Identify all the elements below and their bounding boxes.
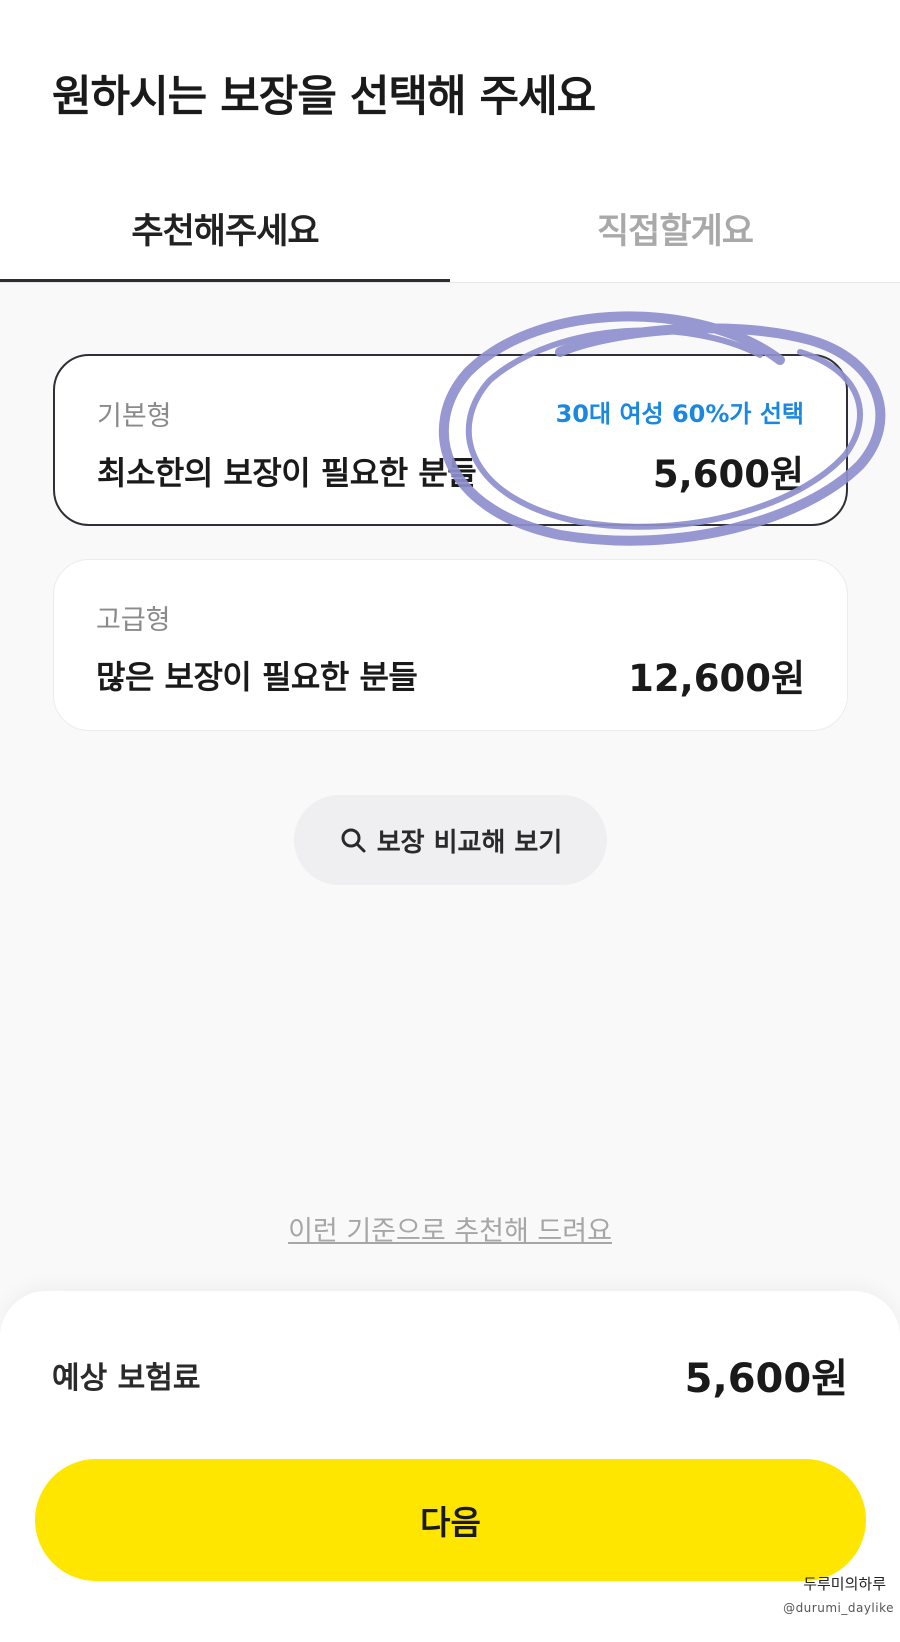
tab-manual[interactable]: 직접할게요 <box>450 185 900 283</box>
popularity-badge: 30대 여성 60%가 선택 <box>555 400 804 428</box>
plan-description: 많은 보장이 필요한 분들 <box>96 658 418 696</box>
plan-card-basic[interactable]: 기본형 30대 여성 60%가 선택 최소한의 보장이 필요한 분들 5,600… <box>53 354 848 526</box>
estimated-premium-value: 5,600원 <box>684 1356 848 1402</box>
plan-price: 5,600원 <box>652 453 804 496</box>
header-area: 원하시는 보장을 선택해 주세요 추천해주세요 직접할게요 <box>0 0 900 283</box>
estimated-premium-label: 예상 보험료 <box>52 1361 201 1396</box>
watermark-handle: @durumi_daylike <box>783 1601 894 1615</box>
compare-coverage-button[interactable]: 보장 비교해 보기 <box>294 795 607 885</box>
bottom-summary-sheet: 예상 보험료 5,600원 다음 <box>0 1291 900 1642</box>
tab-divider <box>0 282 900 283</box>
compare-button-label: 보장 비교해 보기 <box>376 827 563 858</box>
tab-bar: 추천해주세요 직접할게요 <box>0 185 900 283</box>
next-button[interactable]: 다음 <box>35 1459 866 1581</box>
recommendation-criteria-link[interactable]: 이런 기준으로 추천해 드려요 <box>0 1209 900 1248</box>
plan-type-label: 기본형 <box>97 401 172 432</box>
plan-type-label: 고급형 <box>96 605 171 636</box>
page-title: 원하시는 보장을 선택해 주세요 <box>52 72 596 122</box>
plan-price: 12,600원 <box>628 657 805 700</box>
plan-description: 최소한의 보장이 필요한 분들 <box>97 454 477 492</box>
tab-recommend[interactable]: 추천해주세요 <box>0 185 450 283</box>
search-icon <box>339 826 367 854</box>
plan-card-premium[interactable]: 고급형 많은 보장이 필요한 분들 12,600원 <box>53 559 848 731</box>
insurance-plan-screen: 원하시는 보장을 선택해 주세요 추천해주세요 직접할게요 기본형 30대 여성… <box>0 0 900 1642</box>
watermark-name: 두루미의하루 <box>803 1575 886 1593</box>
